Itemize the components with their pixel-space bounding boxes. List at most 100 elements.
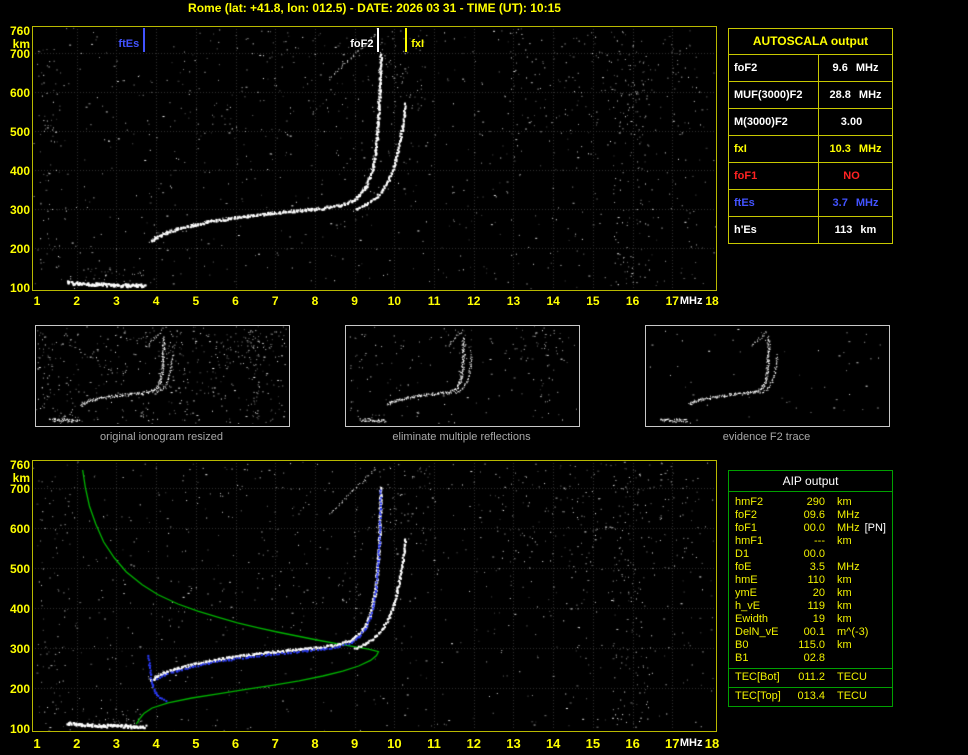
- parameter-value: 115.0: [798, 639, 825, 651]
- thumbnail-f2trace-frame: [645, 325, 890, 427]
- autoscala-output-panel: AUTOSCALA output foF2 9.6 MHz MUF(3000)F2 28…: [728, 28, 893, 244]
- parameter-label: hmF2: [735, 496, 764, 508]
- x-axis-tick-label: 2: [73, 294, 81, 308]
- parameter-label: foF2: [735, 509, 758, 521]
- parameter-value: 20: [812, 587, 825, 599]
- parameter-unit: km: [860, 224, 877, 236]
- aip-row-foe: foE 3.5 MHz: [729, 561, 892, 574]
- x-axis-tick-label: 7: [271, 294, 279, 308]
- parameter-flag: [PN]: [864, 522, 886, 534]
- autoscala-row-ftes: ftEs 3.7 MHz: [729, 190, 892, 217]
- x-axis-tick-label: 1: [33, 736, 41, 751]
- parameter-unit: km: [837, 600, 852, 612]
- y-axis-tick-label: 600: [9, 522, 30, 536]
- x-axis-tick-label: 9: [351, 294, 358, 308]
- y-axis-tick-label: 500: [9, 125, 30, 140]
- parameter-unit: MHz: [837, 509, 860, 521]
- aip-row-delnve: DelN_vE 00.1 m^(-3): [729, 626, 892, 639]
- parameter-value: 113: [834, 224, 853, 236]
- y-axis-tick-label: 400: [9, 602, 30, 616]
- parameter-unit: km: [837, 535, 852, 547]
- x-axis-tick-label: 10: [387, 736, 402, 751]
- bottom-ionogram-canvas: [33, 461, 716, 731]
- aip-output-rows: hmF2 290 km foF2 09.6 MHz foF1 00.0 MHz [PN] hmF1 -…: [729, 496, 892, 665]
- x-axis-tick-label: 1: [33, 294, 41, 308]
- parameter-value-cell: 10.3 MHz: [819, 143, 892, 155]
- parameter-label: hmE: [735, 574, 758, 586]
- x-axis-tick-label: 11: [427, 294, 441, 308]
- x-axis-tick-label: 18: [704, 736, 720, 751]
- parameter-value-cell: NO: [819, 170, 892, 182]
- x-axis-tick-label: 16: [625, 294, 640, 308]
- parameter-unit: km: [837, 613, 852, 625]
- x-axis-tick-label: 3: [112, 736, 121, 751]
- y-axis-tick-label: 500: [9, 562, 30, 576]
- parameter-unit: km: [837, 574, 852, 586]
- aip-output-title: AIP output: [729, 471, 892, 492]
- x-axis-tick-label: 8: [311, 736, 319, 751]
- x-axis-tick-label: 13: [506, 294, 521, 308]
- y-axis-tick-label: 760: [9, 24, 30, 38]
- x-axis-tick-label: 4: [152, 294, 160, 308]
- y-axis-tick-label: 300: [9, 203, 30, 218]
- parameter-label: M(3000)F2: [729, 109, 819, 135]
- parameter-unit: m^(-3): [837, 626, 869, 638]
- parameter-label: Ewidth: [735, 613, 769, 625]
- thumbnail-f2trace-caption: evidence F2 trace: [722, 431, 811, 443]
- x-axis-tick-label: 17: [665, 294, 679, 308]
- parameter-label: foF2: [729, 55, 819, 81]
- parameter-value: 00.0: [803, 522, 825, 534]
- x-axis-unit-label: MHz: [679, 737, 703, 749]
- x-axis-tick-label: 7: [271, 736, 279, 751]
- parameter-value: 3.00: [840, 116, 863, 128]
- thumbnail-original-caption: original ionogram resized: [100, 431, 223, 443]
- bottom-ionogram-frame: [32, 460, 717, 732]
- parameter-value: 110: [807, 574, 825, 586]
- autoscala-row-m3000f2: M(3000)F2 3.00: [729, 109, 892, 136]
- x-axis-tick-label: 14: [545, 736, 561, 751]
- aip-tec-rows: TEC[Bot] 011.2 TECU TEC[Top] 013.4 TECU: [729, 671, 892, 703]
- top-ionogram-canvas: [33, 27, 716, 290]
- parameter-value: 19: [812, 613, 825, 625]
- x-axis-tick-label: 8: [311, 294, 319, 308]
- y-axis-tick-label: 100: [9, 722, 30, 736]
- x-axis-tick-label: 4: [152, 736, 160, 751]
- x-axis-tick-label: 15: [585, 736, 601, 751]
- parameter-label: foF1: [729, 163, 819, 189]
- parameter-label: TEC[Top]: [735, 690, 781, 702]
- parameter-value-cell: 113 km: [819, 224, 892, 236]
- aip-divider: [729, 668, 892, 669]
- parameter-label: foE: [735, 561, 752, 573]
- parameter-unit: km: [837, 496, 852, 508]
- parameter-unit: MHz: [855, 197, 879, 209]
- parameter-value: 09.6: [803, 509, 825, 521]
- parameter-value-cell: 9.6 MHz: [819, 62, 892, 74]
- parameter-value: 28.8: [829, 89, 851, 101]
- parameter-unit: km: [837, 639, 852, 651]
- parameter-label: B1: [735, 652, 749, 664]
- x-axis-tick-label: 11: [427, 736, 441, 751]
- y-axis-tick-label: 200: [9, 242, 30, 257]
- x-axis-unit-label: MHz: [679, 295, 703, 307]
- parameter-value: 290: [806, 496, 825, 508]
- parameter-unit: MHz: [858, 143, 882, 155]
- aip-row-hmf1: hmF1 --- km: [729, 535, 892, 548]
- parameter-label: hmF1: [735, 535, 764, 547]
- thumbnail-cleaned-canvas: [346, 326, 577, 424]
- parameter-value-cell: 3.7 MHz: [819, 197, 892, 209]
- aip-row-b1: B1 02.8: [729, 652, 892, 665]
- parameter-label: h'Es: [729, 217, 819, 243]
- x-axis-tick-label: 3: [113, 294, 120, 308]
- parameter-unit: TECU: [837, 671, 867, 683]
- parameter-label: D1: [735, 548, 750, 560]
- aip-row-hmf2: hmF2 290 km: [729, 496, 892, 509]
- x-axis-tick-label: 5: [192, 294, 200, 308]
- y-axis-tick-label: 700: [9, 47, 30, 62]
- parameter-label: fxI: [729, 136, 819, 162]
- x-axis-tick-label: 9: [351, 736, 359, 751]
- aip-row-fof2: foF2 09.6 MHz: [729, 509, 892, 522]
- parameter-value: 3.5: [809, 561, 825, 573]
- aip-divider: [729, 687, 892, 688]
- parameter-value-cell: 3.00: [819, 116, 892, 128]
- x-axis-tick-label: 2: [73, 736, 81, 751]
